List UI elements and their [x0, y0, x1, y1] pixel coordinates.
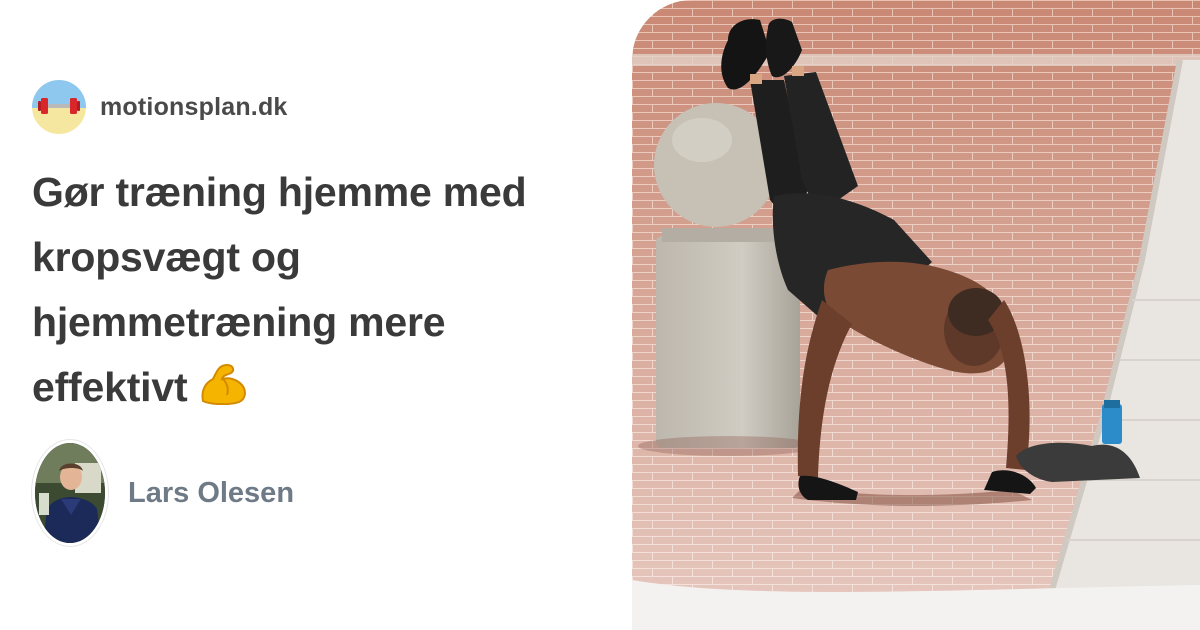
- headline-text: Gør træning hjemme med kropsvægt og hjem…: [32, 169, 527, 410]
- site-name[interactable]: motionsplan.dk: [100, 93, 288, 122]
- avatar[interactable]: [32, 440, 108, 546]
- dumbbell-icon: [38, 98, 80, 114]
- text-panel: motionsplan.dk Gør træning hjemme med kr…: [0, 0, 630, 630]
- push-up-photo: [632, 0, 1200, 630]
- hero-image: [632, 0, 1200, 630]
- author-name[interactable]: Lars Olesen: [128, 477, 294, 510]
- flexed-biceps-icon: [197, 359, 249, 424]
- author-block[interactable]: Lars Olesen: [32, 440, 294, 546]
- article-headline: Gør træning hjemme med kropsvægt og hjem…: [32, 160, 602, 424]
- site-logo[interactable]: [32, 80, 86, 134]
- site-header[interactable]: motionsplan.dk: [32, 80, 288, 134]
